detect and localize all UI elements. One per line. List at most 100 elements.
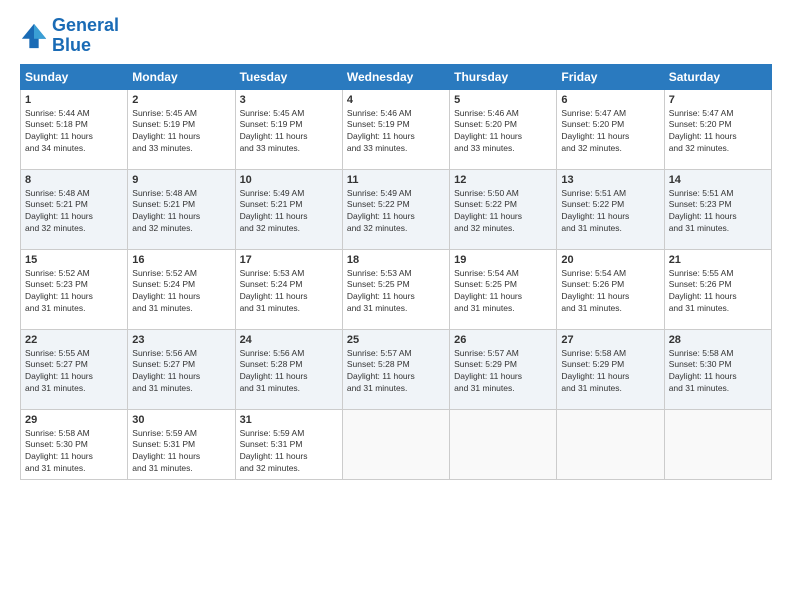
day-info: Sunrise: 5:58 AM Sunset: 5:29 PM Dayligh… — [561, 348, 659, 396]
calendar-cell-20: 20Sunrise: 5:54 AM Sunset: 5:26 PM Dayli… — [557, 249, 664, 329]
day-info: Sunrise: 5:52 AM Sunset: 5:24 PM Dayligh… — [132, 268, 230, 316]
calendar-cell-28: 28Sunrise: 5:58 AM Sunset: 5:30 PM Dayli… — [664, 329, 771, 409]
calendar-cell-9: 9 Sunrise: 5:48 AM Sunset: 5:21 PM Daylig… — [128, 169, 235, 249]
day-info: Sunrise: 5:59 AM Sunset: 5:31 PM Dayligh… — [132, 428, 230, 476]
calendar-cell-4: 4 Sunrise: 5:46 AM Sunset: 5:19 PM Daylig… — [342, 89, 449, 169]
day-info: Sunrise: 5:48 AM Sunset: 5:21 PM Dayligh… — [25, 188, 123, 236]
day-info: Sunrise: 5:46 AM Sunset: 5:20 PM Dayligh… — [454, 108, 552, 156]
week-row-2: 8 Sunrise: 5:48 AM Sunset: 5:21 PM Daylig… — [21, 169, 772, 249]
day-number: 3 — [240, 94, 338, 106]
day-number: 7 — [669, 94, 767, 106]
day-info: Sunrise: 5:58 AM Sunset: 5:30 PM Dayligh… — [669, 348, 767, 396]
day-info: Sunrise: 5:45 AM Sunset: 5:19 PM Dayligh… — [132, 108, 230, 156]
day-info: Sunrise: 5:44 AM Sunset: 5:18 PM Dayligh… — [25, 108, 123, 156]
day-info: Sunrise: 5:57 AM Sunset: 5:28 PM Dayligh… — [347, 348, 445, 396]
day-number: 14 — [669, 174, 767, 186]
calendar-cell-17: 17Sunrise: 5:53 AM Sunset: 5:24 PM Dayli… — [235, 249, 342, 329]
week-row-4: 22 Sunrise: 5:55 AM Sunset: 5:27 PM Dayli… — [21, 329, 772, 409]
day-info: Sunrise: 5:59 AM Sunset: 5:31 PM Dayligh… — [240, 428, 338, 476]
day-number: 6 — [561, 94, 659, 106]
calendar-cell-5: 5 Sunrise: 5:46 AM Sunset: 5:20 PM Daylig… — [450, 89, 557, 169]
day-number: 29 — [25, 414, 123, 426]
day-info: Sunrise: 5:54 AM Sunset: 5:26 PM Dayligh… — [561, 268, 659, 316]
calendar-cell-10: 10 Sunrise: 5:49 AM Sunset: 5:21 PM Dayli… — [235, 169, 342, 249]
calendar-cell-6: 6 Sunrise: 5:47 AM Sunset: 5:20 PM Daylig… — [557, 89, 664, 169]
calendar-cell-23: 23 Sunrise: 5:56 AM Sunset: 5:27 PM Dayli… — [128, 329, 235, 409]
week-row-5: 29 Sunrise: 5:58 AM Sunset: 5:30 PM Dayli… — [21, 409, 772, 480]
day-info: Sunrise: 5:45 AM Sunset: 5:19 PM Dayligh… — [240, 108, 338, 156]
day-number: 21 — [669, 254, 767, 266]
day-info: Sunrise: 5:47 AM Sunset: 5:20 PM Dayligh… — [669, 108, 767, 156]
header: General Blue — [20, 16, 772, 56]
calendar-cell-21: 21 Sunrise: 5:55 AM Sunset: 5:26 PM Dayli… — [664, 249, 771, 329]
day-number: 19 — [454, 254, 552, 266]
day-info: Sunrise: 5:50 AM Sunset: 5:22 PM Dayligh… — [454, 188, 552, 236]
weekday-header-wednesday: Wednesday — [342, 64, 449, 89]
logo-text: General Blue — [52, 16, 119, 56]
weekday-header-tuesday: Tuesday — [235, 64, 342, 89]
calendar-cell-3: 3 Sunrise: 5:45 AM Sunset: 5:19 PM Daylig… — [235, 89, 342, 169]
day-number: 12 — [454, 174, 552, 186]
day-number: 11 — [347, 174, 445, 186]
calendar-cell-26: 26 Sunrise: 5:57 AM Sunset: 5:29 PM Dayli… — [450, 329, 557, 409]
day-number: 8 — [25, 174, 123, 186]
calendar-cell-15: 15Sunrise: 5:52 AM Sunset: 5:23 PM Dayli… — [21, 249, 128, 329]
day-number: 1 — [25, 94, 123, 106]
day-info: Sunrise: 5:55 AM Sunset: 5:26 PM Dayligh… — [669, 268, 767, 316]
logo-icon — [20, 22, 48, 50]
calendar-cell-25: 25Sunrise: 5:57 AM Sunset: 5:28 PM Dayli… — [342, 329, 449, 409]
day-info: Sunrise: 5:54 AM Sunset: 5:25 PM Dayligh… — [454, 268, 552, 316]
day-number: 31 — [240, 414, 338, 426]
logo: General Blue — [20, 16, 119, 56]
day-number: 26 — [454, 334, 552, 346]
day-info: Sunrise: 5:49 AM Sunset: 5:21 PM Dayligh… — [240, 188, 338, 236]
day-info: Sunrise: 5:53 AM Sunset: 5:25 PM Dayligh… — [347, 268, 445, 316]
calendar-cell-27: 27 Sunrise: 5:58 AM Sunset: 5:29 PM Dayli… — [557, 329, 664, 409]
day-info: Sunrise: 5:51 AM Sunset: 5:22 PM Dayligh… — [561, 188, 659, 236]
calendar-cell-11: 11 Sunrise: 5:49 AM Sunset: 5:22 PM Dayli… — [342, 169, 449, 249]
day-info: Sunrise: 5:47 AM Sunset: 5:20 PM Dayligh… — [561, 108, 659, 156]
day-number: 4 — [347, 94, 445, 106]
day-number: 13 — [561, 174, 659, 186]
week-row-1: 1 Sunrise: 5:44 AM Sunset: 5:18 PM Daylig… — [21, 89, 772, 169]
day-number: 10 — [240, 174, 338, 186]
calendar-cell-empty — [664, 409, 771, 480]
calendar-cell-22: 22 Sunrise: 5:55 AM Sunset: 5:27 PM Dayli… — [21, 329, 128, 409]
day-number: 22 — [25, 334, 123, 346]
day-number: 15 — [25, 254, 123, 266]
day-info: Sunrise: 5:55 AM Sunset: 5:27 PM Dayligh… — [25, 348, 123, 396]
week-row-3: 15Sunrise: 5:52 AM Sunset: 5:23 PM Dayli… — [21, 249, 772, 329]
day-info: Sunrise: 5:53 AM Sunset: 5:24 PM Dayligh… — [240, 268, 338, 316]
weekday-header-saturday: Saturday — [664, 64, 771, 89]
calendar-cell-12: 12 Sunrise: 5:50 AM Sunset: 5:22 PM Dayli… — [450, 169, 557, 249]
day-info: Sunrise: 5:48 AM Sunset: 5:21 PM Dayligh… — [132, 188, 230, 236]
calendar: SundayMondayTuesdayWednesdayThursdayFrid… — [20, 64, 772, 481]
calendar-cell-16: 16Sunrise: 5:52 AM Sunset: 5:24 PM Dayli… — [128, 249, 235, 329]
weekday-header-thursday: Thursday — [450, 64, 557, 89]
day-info: Sunrise: 5:51 AM Sunset: 5:23 PM Dayligh… — [669, 188, 767, 236]
calendar-cell-8: 8 Sunrise: 5:48 AM Sunset: 5:21 PM Daylig… — [21, 169, 128, 249]
day-number: 9 — [132, 174, 230, 186]
day-number: 5 — [454, 94, 552, 106]
day-number: 18 — [347, 254, 445, 266]
day-info: Sunrise: 5:58 AM Sunset: 5:30 PM Dayligh… — [25, 428, 123, 476]
calendar-cell-empty — [342, 409, 449, 480]
calendar-cell-24: 24Sunrise: 5:56 AM Sunset: 5:28 PM Dayli… — [235, 329, 342, 409]
day-info: Sunrise: 5:56 AM Sunset: 5:27 PM Dayligh… — [132, 348, 230, 396]
calendar-cell-7: 7 Sunrise: 5:47 AM Sunset: 5:20 PM Daylig… — [664, 89, 771, 169]
calendar-cell-19: 19 Sunrise: 5:54 AM Sunset: 5:25 PM Dayli… — [450, 249, 557, 329]
day-info: Sunrise: 5:46 AM Sunset: 5:19 PM Dayligh… — [347, 108, 445, 156]
day-number: 30 — [132, 414, 230, 426]
calendar-cell-29: 29 Sunrise: 5:58 AM Sunset: 5:30 PM Dayli… — [21, 409, 128, 480]
day-number: 27 — [561, 334, 659, 346]
day-number: 23 — [132, 334, 230, 346]
calendar-cell-30: 30 Sunrise: 5:59 AM Sunset: 5:31 PM Dayli… — [128, 409, 235, 480]
day-info: Sunrise: 5:57 AM Sunset: 5:29 PM Dayligh… — [454, 348, 552, 396]
weekday-header-sunday: Sunday — [21, 64, 128, 89]
weekday-header-friday: Friday — [557, 64, 664, 89]
weekday-header-row: SundayMondayTuesdayWednesdayThursdayFrid… — [21, 64, 772, 89]
calendar-cell-14: 14 Sunrise: 5:51 AM Sunset: 5:23 PM Dayli… — [664, 169, 771, 249]
day-info: Sunrise: 5:49 AM Sunset: 5:22 PM Dayligh… — [347, 188, 445, 236]
calendar-cell-18: 18 Sunrise: 5:53 AM Sunset: 5:25 PM Dayli… — [342, 249, 449, 329]
day-info: Sunrise: 5:56 AM Sunset: 5:28 PM Dayligh… — [240, 348, 338, 396]
